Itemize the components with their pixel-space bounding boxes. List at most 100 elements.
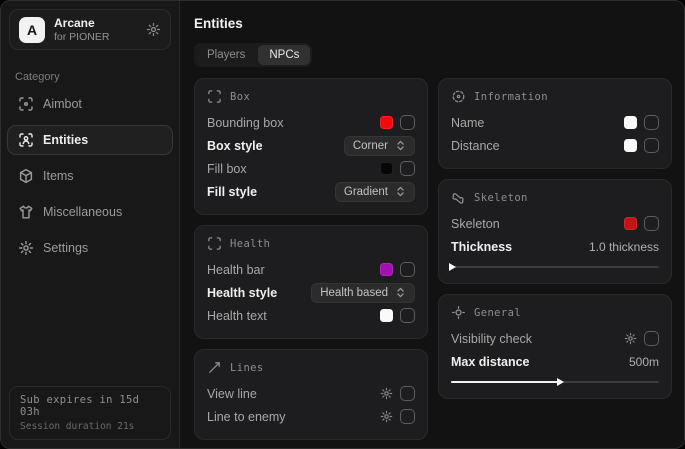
distance-checkbox[interactable] <box>644 138 659 153</box>
health-card: Health Health bar Health style Health ba… <box>194 225 428 339</box>
line-to-enemy-settings-icon[interactable] <box>380 410 393 423</box>
skeleton-card-header: Skeleton <box>451 190 659 205</box>
gear-icon <box>18 240 34 256</box>
row-label: Health bar <box>207 263 265 277</box>
brand-name: Arcane <box>54 16 109 30</box>
visibility-settings-icon[interactable] <box>624 332 637 345</box>
health-card-header: Health <box>207 236 415 251</box>
fill-box-row: Fill box <box>207 157 415 180</box>
visibility-check-row: Visibility check <box>451 327 659 350</box>
app-window: A Arcane for PIONER Category Aimbot Enti… <box>0 0 685 449</box>
chevrons-up-down-icon <box>395 140 406 151</box>
slider-fill <box>451 381 559 383</box>
card-title: Box <box>230 91 250 103</box>
sidebar-item-label: Aimbot <box>43 97 82 111</box>
color-swatch[interactable] <box>624 139 637 152</box>
sidebar-item-items[interactable]: Items <box>7 161 173 191</box>
skeleton-row: Skeleton <box>451 212 659 235</box>
row-label: Box style <box>207 139 263 153</box>
thickness-value: 1.0 thickness <box>589 240 659 254</box>
distance-row: Distance <box>451 134 659 157</box>
row-label: Skeleton <box>451 217 500 231</box>
brand-settings-icon[interactable] <box>146 22 161 37</box>
row-label: Bounding box <box>207 116 283 130</box>
color-swatch[interactable] <box>380 116 393 129</box>
thickness-slider[interactable] <box>451 262 659 272</box>
max-distance-row: Max distance 500m <box>451 350 659 373</box>
main-content: Entities Players NPCs Box Bounding box <box>180 1 684 448</box>
entities-icon <box>18 132 34 148</box>
row-label: Health text <box>207 309 267 323</box>
color-swatch[interactable] <box>380 263 393 276</box>
visibility-check-checkbox[interactable] <box>644 331 659 346</box>
brand-text: Arcane for PIONER <box>54 16 109 43</box>
page-title: Entities <box>194 16 672 31</box>
sidebar-item-entities[interactable]: Entities <box>7 125 173 155</box>
card-title: General <box>474 307 521 319</box>
view-line-settings-icon[interactable] <box>380 387 393 400</box>
left-column: Box Bounding box Box style Corner <box>194 78 428 440</box>
row-label: View line <box>207 387 257 401</box>
row-label: Fill box <box>207 162 247 176</box>
row-label: Name <box>451 116 484 130</box>
lines-card: Lines View line Line to enemy <box>194 349 428 440</box>
card-title: Skeleton <box>474 192 528 204</box>
card-title: Health <box>230 238 270 250</box>
row-label: Fill style <box>207 185 257 199</box>
row-label: Health style <box>207 286 277 300</box>
sidebar-item-miscellaneous[interactable]: Miscellaneous <box>7 197 173 227</box>
tab-npcs[interactable]: NPCs <box>258 45 310 65</box>
health-bar-row: Health bar <box>207 258 415 281</box>
sidebar-nav: Aimbot Entities Items Miscellaneous Sett… <box>1 89 179 263</box>
color-swatch[interactable] <box>624 116 637 129</box>
card-title: Lines <box>230 362 264 374</box>
row-label: Distance <box>451 139 500 153</box>
sidebar-item-label: Entities <box>43 133 88 147</box>
sun-gear-icon <box>451 305 466 320</box>
box-card-header: Box <box>207 89 415 104</box>
select-value: Health based <box>320 287 388 299</box>
color-swatch[interactable] <box>380 162 393 175</box>
color-swatch[interactable] <box>380 309 393 322</box>
box-style-select[interactable]: Corner <box>344 136 415 156</box>
skeleton-card: Skeleton Skeleton Thickness 1.0 thicknes… <box>438 179 672 284</box>
sidebar-item-aimbot[interactable]: Aimbot <box>7 89 173 119</box>
sidebar-item-settings[interactable]: Settings <box>7 233 173 263</box>
tab-bar: Players NPCs <box>194 43 312 67</box>
view-line-row: View line <box>207 382 415 405</box>
max-distance-slider[interactable] <box>451 377 659 387</box>
health-style-row: Health style Health based <box>207 281 415 304</box>
chevrons-up-down-icon <box>395 287 406 298</box>
row-label: Thickness <box>451 240 512 254</box>
thickness-row: Thickness 1.0 thickness <box>451 235 659 258</box>
category-label: Category <box>15 71 165 83</box>
name-checkbox[interactable] <box>644 115 659 130</box>
lines-card-header: Lines <box>207 360 415 375</box>
slider-thumb[interactable] <box>449 263 456 271</box>
crosshair-icon <box>18 96 34 112</box>
corners-icon <box>207 89 222 104</box>
color-swatch[interactable] <box>624 217 637 230</box>
health-text-checkbox[interactable] <box>400 308 415 323</box>
fill-box-checkbox[interactable] <box>400 161 415 176</box>
bone-icon <box>451 190 466 205</box>
brand-subtitle: for PIONER <box>54 31 109 43</box>
view-line-checkbox[interactable] <box>400 386 415 401</box>
general-card: General Visibility check Max distance <box>438 294 672 399</box>
bounding-box-checkbox[interactable] <box>400 115 415 130</box>
row-label: Max distance <box>451 355 530 369</box>
box-card: Box Bounding box Box style Corner <box>194 78 428 215</box>
select-value: Gradient <box>344 186 388 198</box>
tab-players[interactable]: Players <box>196 45 256 65</box>
fill-style-select[interactable]: Gradient <box>335 182 415 202</box>
diagonal-line-icon <box>207 360 222 375</box>
line-to-enemy-checkbox[interactable] <box>400 409 415 424</box>
skeleton-checkbox[interactable] <box>644 216 659 231</box>
name-row: Name <box>451 111 659 134</box>
health-style-select[interactable]: Health based <box>311 283 415 303</box>
select-value: Corner <box>353 140 388 152</box>
health-bar-checkbox[interactable] <box>400 262 415 277</box>
health-text-row: Health text <box>207 304 415 327</box>
sidebar: A Arcane for PIONER Category Aimbot Enti… <box>1 1 180 448</box>
slider-thumb[interactable] <box>557 378 564 386</box>
